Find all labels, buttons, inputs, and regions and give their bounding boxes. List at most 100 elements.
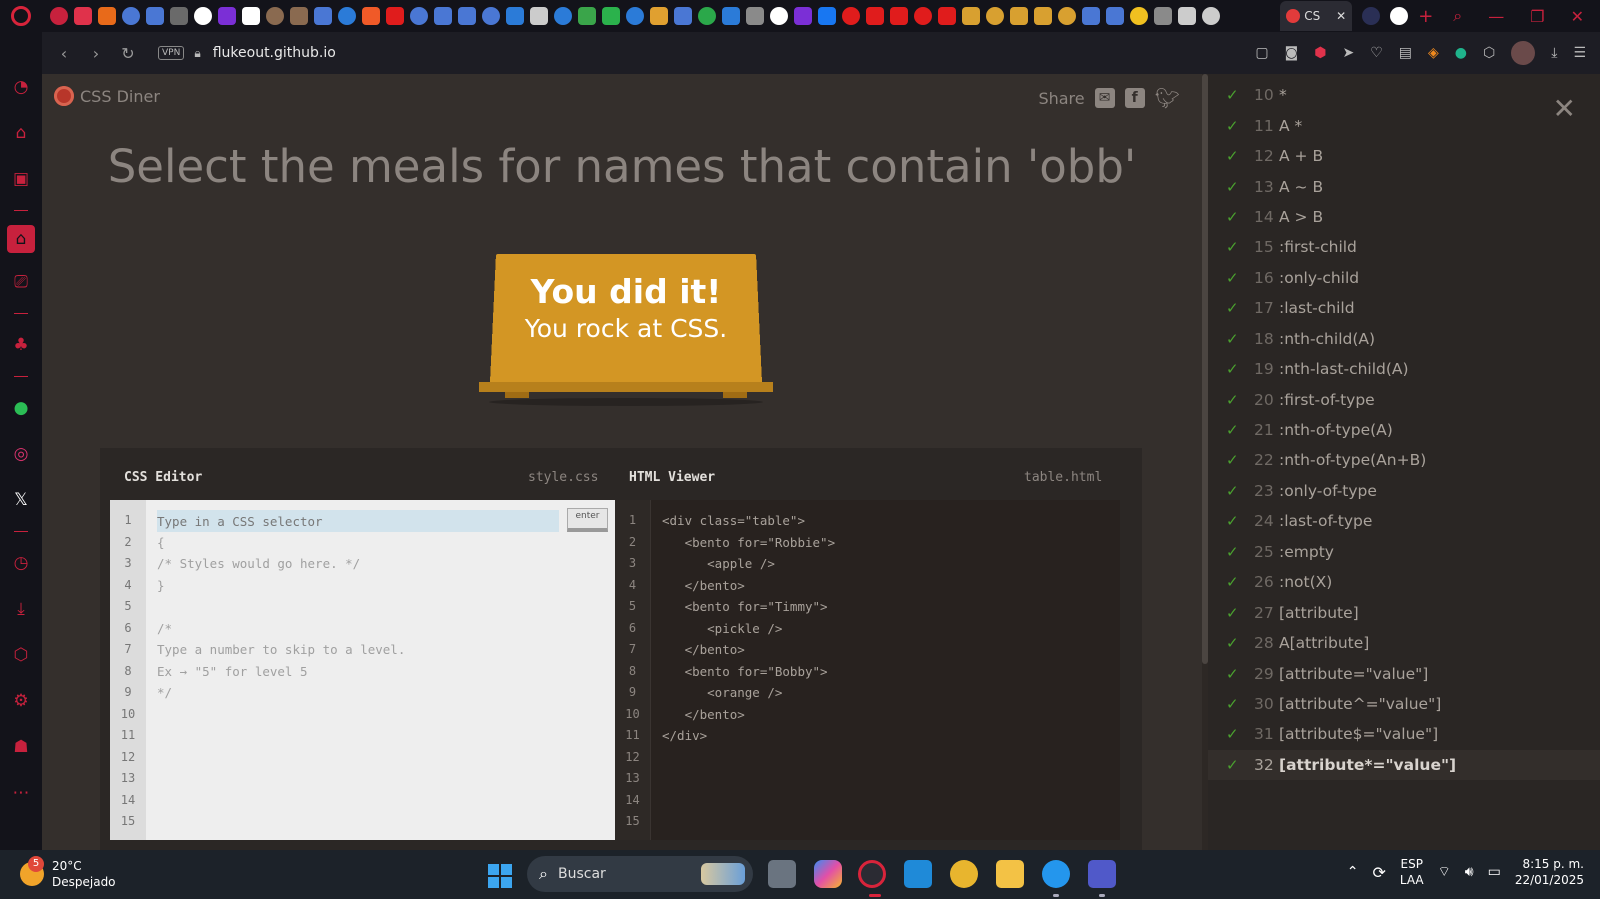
pinned-tab-icon[interactable]: [146, 7, 164, 25]
pinned-tab-icon[interactable]: [314, 7, 332, 25]
level-item[interactable]: ✓ 12 A + B: [1208, 141, 1600, 171]
pinned-tab-icon[interactable]: [794, 7, 812, 25]
aria-ai-icon[interactable]: ⌂: [0, 110, 42, 156]
pinned-tab-icon[interactable]: [530, 7, 548, 25]
downloads-icon[interactable]: ⤓: [1551, 45, 1557, 61]
pinned-tab-icon[interactable]: [338, 7, 356, 25]
level-item[interactable]: ✓ 24:last-of-type: [1208, 506, 1600, 536]
heart-icon[interactable]: ♡: [1370, 45, 1383, 61]
pinned-tab-icon[interactable]: [1130, 7, 1148, 25]
tab-icon-generic[interactable]: [1362, 7, 1381, 25]
level-item[interactable]: ✓ 13 A ~ B: [1208, 171, 1600, 201]
twitter-share-icon[interactable]: 🐦︎: [1155, 86, 1180, 110]
pinned-tab-icon[interactable]: [410, 7, 428, 25]
opera-gx-taskbar-icon[interactable]: [858, 860, 886, 888]
level-item[interactable]: ✓ 28 A[attribute]: [1208, 628, 1600, 658]
opera-menu-icon[interactable]: [0, 0, 42, 32]
whatsapp-icon[interactable]: ●: [0, 385, 42, 431]
teams-icon[interactable]: [1088, 860, 1116, 888]
speed-dial-icon[interactable]: ◔: [0, 64, 42, 110]
level-item[interactable]: ✓ 31 [attribute$="value"]: [1208, 719, 1600, 749]
pinned-tab-icon[interactable]: [914, 7, 932, 25]
medal-app-icon[interactable]: [950, 860, 978, 888]
more-icon[interactable]: ⋯: [0, 770, 42, 816]
pinned-tab-icon[interactable]: [194, 7, 212, 25]
pinned-tab-icon[interactable]: [242, 7, 260, 25]
level-item[interactable]: ✓ 20:first-of-type: [1208, 384, 1600, 414]
pinned-tab-icon[interactable]: [554, 7, 572, 25]
pinned-tab-icon[interactable]: [482, 7, 500, 25]
pinned-tab-icon[interactable]: [1154, 7, 1172, 25]
task-view-icon[interactable]: [768, 860, 796, 888]
reload-icon[interactable]: ↻: [112, 44, 144, 63]
vscode-icon[interactable]: [904, 860, 932, 888]
windows-start-icon[interactable]: [488, 864, 512, 888]
pinned-tab-icon[interactable]: [1178, 7, 1196, 25]
pinned-tab-icon[interactable]: [434, 7, 452, 25]
pinned-tab-icon[interactable]: [458, 7, 476, 25]
pinned-tab-icon[interactable]: [50, 7, 68, 25]
close-window-icon[interactable]: ✕: [1571, 7, 1584, 26]
pinned-tab-icon[interactable]: [746, 7, 764, 25]
pinned-tab-icon[interactable]: [1058, 7, 1076, 25]
pinned-tab-icon[interactable]: [650, 7, 668, 25]
pinned-tab-icon[interactable]: [866, 7, 884, 25]
wifi-icon[interactable]: ⌔: [1438, 863, 1451, 881]
level-item[interactable]: ✓ 22:nth-of-type(An+B): [1208, 445, 1600, 475]
settings-gear-icon[interactable]: ⚙: [0, 678, 42, 724]
css-selector-input[interactable]: [157, 510, 559, 532]
pinned-tab-icon[interactable]: [986, 7, 1004, 25]
sync-icon[interactable]: ⟳: [1372, 863, 1385, 882]
minimize-window-icon[interactable]: —: [1488, 7, 1504, 26]
pinned-tab-icon[interactable]: [290, 7, 308, 25]
level-item[interactable]: ✓ 21:nth-of-type(A): [1208, 415, 1600, 445]
easy-setup-icon[interactable]: ☰: [1573, 45, 1586, 61]
site-logo[interactable]: CSS Diner: [54, 86, 160, 106]
adblock-shield-icon[interactable]: ⬢: [1314, 45, 1326, 61]
x-twitter-icon[interactable]: 𝕏: [0, 477, 42, 523]
send-icon[interactable]: ➤: [1342, 45, 1354, 61]
pinned-tab-icon[interactable]: [674, 7, 692, 25]
layers-extension-icon[interactable]: ◈: [1428, 45, 1439, 61]
gamepad-icon[interactable]: ⎚: [0, 259, 42, 305]
language-indicator[interactable]: ESP LAA: [1400, 856, 1424, 888]
level-item[interactable]: ✓ 29 [attribute="value"]: [1208, 658, 1600, 688]
extensions-icon[interactable]: ⬡: [0, 632, 42, 678]
history-icon[interactable]: ◷: [0, 540, 42, 586]
pinned-tab-icon[interactable]: [122, 7, 140, 25]
forward-icon[interactable]: ›: [80, 44, 112, 63]
pinned-tab-icon[interactable]: [938, 7, 956, 25]
restore-window-icon[interactable]: ❐: [1530, 7, 1544, 26]
extension-icon[interactable]: ▤: [1399, 45, 1412, 61]
level-item[interactable]: ✓ 26:not(X): [1208, 567, 1600, 597]
pinned-tab-icon[interactable]: [770, 7, 788, 25]
close-tab-icon[interactable]: ✕: [1336, 9, 1346, 23]
pinned-tab-icon[interactable]: [1106, 7, 1124, 25]
profile-avatar[interactable]: [1511, 41, 1536, 65]
player-icon[interactable]: ♣: [0, 322, 42, 368]
pinned-tab-icon[interactable]: [218, 7, 236, 25]
snapshot-icon[interactable]: ▢: [1255, 45, 1268, 61]
pinned-tab-icon[interactable]: [1010, 7, 1028, 25]
pinned-tab-icon[interactable]: [170, 7, 188, 25]
html-markup-lines[interactable]: <div class="table"> <bento for="Robbie">…: [662, 510, 835, 747]
level-item[interactable]: ✓ 11 A *: [1208, 110, 1600, 140]
pinned-tab-icon[interactable]: [98, 7, 116, 25]
pinned-tab-icon[interactable]: [842, 7, 860, 25]
level-item[interactable]: ✓ 16:only-child: [1208, 263, 1600, 293]
pinned-tab-icon[interactable]: [74, 7, 92, 25]
pinned-tab-icon[interactable]: [890, 7, 908, 25]
level-item[interactable]: ✓ 10 *: [1208, 80, 1600, 110]
level-item[interactable]: ✓ 23:only-of-type: [1208, 476, 1600, 506]
camera-icon[interactable]: ◙: [1285, 45, 1299, 61]
pinned-tab-icon[interactable]: [626, 7, 644, 25]
pinned-tab-icon[interactable]: [1034, 7, 1052, 25]
url-field[interactable]: flukeout.github.io: [213, 45, 336, 61]
wallpaper-icon[interactable]: ☗: [0, 724, 42, 770]
level-item[interactable]: ✓ 17:last-child: [1208, 293, 1600, 323]
level-item[interactable]: ✓ 30 [attribute^="value"]: [1208, 689, 1600, 719]
pinned-tab-icon[interactable]: [1082, 7, 1100, 25]
tab-icon-google[interactable]: [1390, 7, 1409, 25]
docker-icon[interactable]: [1042, 860, 1070, 888]
instagram-icon[interactable]: ◎: [0, 431, 42, 477]
